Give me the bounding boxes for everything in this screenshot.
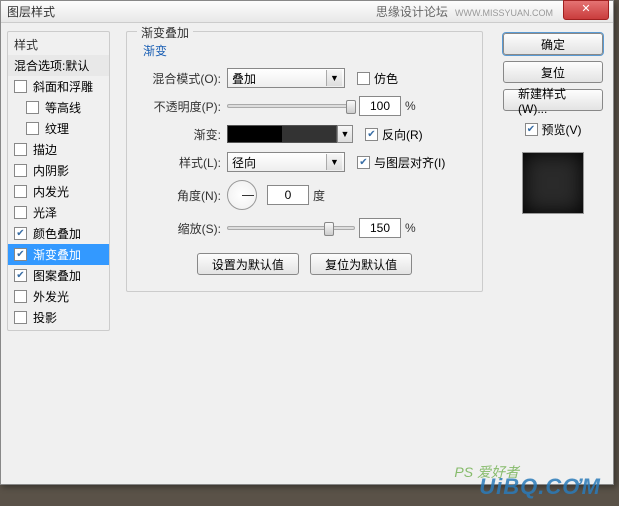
checkbox-icon [357, 72, 370, 85]
reset-default-button[interactable]: 复位为默认值 [310, 253, 412, 275]
style-item-label: 内阴影 [33, 162, 69, 179]
checkbox-icon[interactable] [14, 227, 27, 240]
action-panel: 确定 复位 新建样式(W)... 预览(V) [493, 23, 613, 484]
checkbox-icon[interactable] [14, 185, 27, 198]
checkbox-icon [357, 156, 370, 169]
blend-mode-row: 混合模式(O): 叠加 ▼ 仿色 [139, 67, 470, 89]
style-item[interactable]: 投影 [8, 307, 109, 328]
chevron-down-icon[interactable]: ▼ [337, 125, 353, 143]
style-item-label: 等高线 [45, 99, 81, 116]
scale-row: 缩放(S): 150 % [139, 217, 470, 239]
dialog-body: 样式 混合选项:默认 斜面和浮雕等高线纹理描边内阴影内发光光泽颜色叠加渐变叠加图… [1, 23, 613, 484]
style-item[interactable]: 纹理 [8, 118, 109, 139]
style-item[interactable]: 斜面和浮雕 [8, 76, 109, 97]
style-item[interactable]: 渐变叠加 [8, 244, 109, 265]
titlebar: 图层样式 思缘设计论坛 WWW.MISSYUAN.COM ✕ [1, 1, 613, 23]
preview-thumbnail [522, 152, 584, 214]
reverse-checkbox[interactable]: 反向(R) [365, 126, 423, 143]
checkbox-icon[interactable] [14, 269, 27, 282]
style-select[interactable]: 径向 ▼ [227, 152, 345, 172]
style-item[interactable]: 光泽 [8, 202, 109, 223]
gradient-overlay-group: 渐变叠加 渐变 混合模式(O): 叠加 ▼ 仿色 不透明度(P): [126, 31, 483, 292]
checkbox-icon[interactable] [14, 80, 27, 93]
opacity-input[interactable]: 100 [359, 96, 401, 116]
style-item[interactable]: 内发光 [8, 181, 109, 202]
style-item[interactable]: 等高线 [8, 97, 109, 118]
styles-legend: 样式 [8, 34, 109, 55]
slider-thumb[interactable] [324, 222, 334, 236]
styles-panel: 样式 混合选项:默认 斜面和浮雕等高线纹理描边内阴影内发光光泽颜色叠加渐变叠加图… [1, 23, 116, 484]
blend-mode-label: 混合模式(O): [139, 70, 221, 87]
style-label: 样式(L): [139, 154, 221, 171]
checkbox-icon[interactable] [14, 164, 27, 177]
chevron-down-icon: ▼ [326, 70, 342, 86]
cancel-button[interactable]: 复位 [503, 61, 603, 83]
style-item[interactable]: 外发光 [8, 286, 109, 307]
sub-title: 渐变 [143, 42, 470, 59]
opacity-label: 不透明度(P): [139, 98, 221, 115]
options-panel: 渐变叠加 渐变 混合模式(O): 叠加 ▼ 仿色 不透明度(P): [116, 23, 493, 484]
angle-row: 角度(N): 0 度 [139, 179, 470, 211]
make-default-button[interactable]: 设置为默认值 [197, 253, 299, 275]
checkbox-icon[interactable] [14, 311, 27, 324]
style-item-label: 斜面和浮雕 [33, 78, 93, 95]
checkbox-icon [365, 128, 378, 141]
close-button[interactable]: ✕ [563, 0, 609, 20]
gradient-label: 渐变: [139, 126, 221, 143]
style-item[interactable]: 内阴影 [8, 160, 109, 181]
style-item-label: 描边 [33, 141, 57, 158]
styles-fieldset: 样式 混合选项:默认 斜面和浮雕等高线纹理描边内阴影内发光光泽颜色叠加渐变叠加图… [7, 31, 110, 331]
style-item-label: 投影 [33, 309, 57, 326]
style-item[interactable]: 颜色叠加 [8, 223, 109, 244]
blend-options-header[interactable]: 混合选项:默认 [8, 55, 109, 76]
dither-checkbox[interactable]: 仿色 [357, 70, 398, 87]
scale-slider[interactable] [227, 226, 355, 230]
layer-style-dialog: 图层样式 思缘设计论坛 WWW.MISSYUAN.COM ✕ 样式 混合选项:默… [0, 0, 614, 485]
opacity-row: 不透明度(P): 100 % [139, 95, 470, 117]
style-item[interactable]: 描边 [8, 139, 109, 160]
checkbox-icon[interactable] [14, 290, 27, 303]
angle-dial[interactable] [227, 180, 257, 210]
group-title: 渐变叠加 [137, 24, 193, 41]
watermark-main: UiBQ.CƠM [479, 474, 601, 500]
checkbox-icon[interactable] [14, 248, 27, 261]
ok-button[interactable]: 确定 [503, 33, 603, 55]
style-item[interactable]: 图案叠加 [8, 265, 109, 286]
scale-label: 缩放(S): [139, 220, 221, 237]
checkbox-icon[interactable] [14, 206, 27, 219]
checkbox-icon[interactable] [26, 101, 39, 114]
opacity-slider[interactable] [227, 104, 355, 108]
style-item-label: 颜色叠加 [33, 225, 81, 242]
angle-input[interactable]: 0 [267, 185, 309, 205]
checkbox-icon [525, 123, 538, 136]
style-item-label: 渐变叠加 [33, 246, 81, 263]
preview-checkbox[interactable]: 预览(V) [525, 121, 582, 138]
gradient-picker[interactable]: ▼ [227, 125, 337, 143]
align-checkbox[interactable]: 与图层对齐(I) [357, 154, 445, 171]
checkbox-icon[interactable] [14, 143, 27, 156]
default-buttons-row: 设置为默认值 复位为默认值 [139, 253, 470, 275]
blend-mode-select[interactable]: 叠加 ▼ [227, 68, 345, 88]
checkbox-icon[interactable] [26, 122, 39, 135]
style-item-label: 外发光 [33, 288, 69, 305]
style-item-label: 图案叠加 [33, 267, 81, 284]
chevron-down-icon: ▼ [326, 154, 342, 170]
window-title: 图层样式 [7, 3, 55, 20]
scale-input[interactable]: 150 [359, 218, 401, 238]
new-style-button[interactable]: 新建样式(W)... [503, 89, 603, 111]
style-item-label: 光泽 [33, 204, 57, 221]
style-item-label: 内发光 [33, 183, 69, 200]
style-item-label: 纹理 [45, 120, 69, 137]
styles-list: 混合选项:默认 斜面和浮雕等高线纹理描边内阴影内发光光泽颜色叠加渐变叠加图案叠加… [8, 55, 109, 328]
gradient-row: 渐变: ▼ 反向(R) [139, 123, 470, 145]
forum-text: 思缘设计论坛 WWW.MISSYUAN.COM [376, 3, 553, 20]
style-row: 样式(L): 径向 ▼ 与图层对齐(I) [139, 151, 470, 173]
angle-label: 角度(N): [139, 187, 221, 204]
slider-thumb[interactable] [346, 100, 356, 114]
